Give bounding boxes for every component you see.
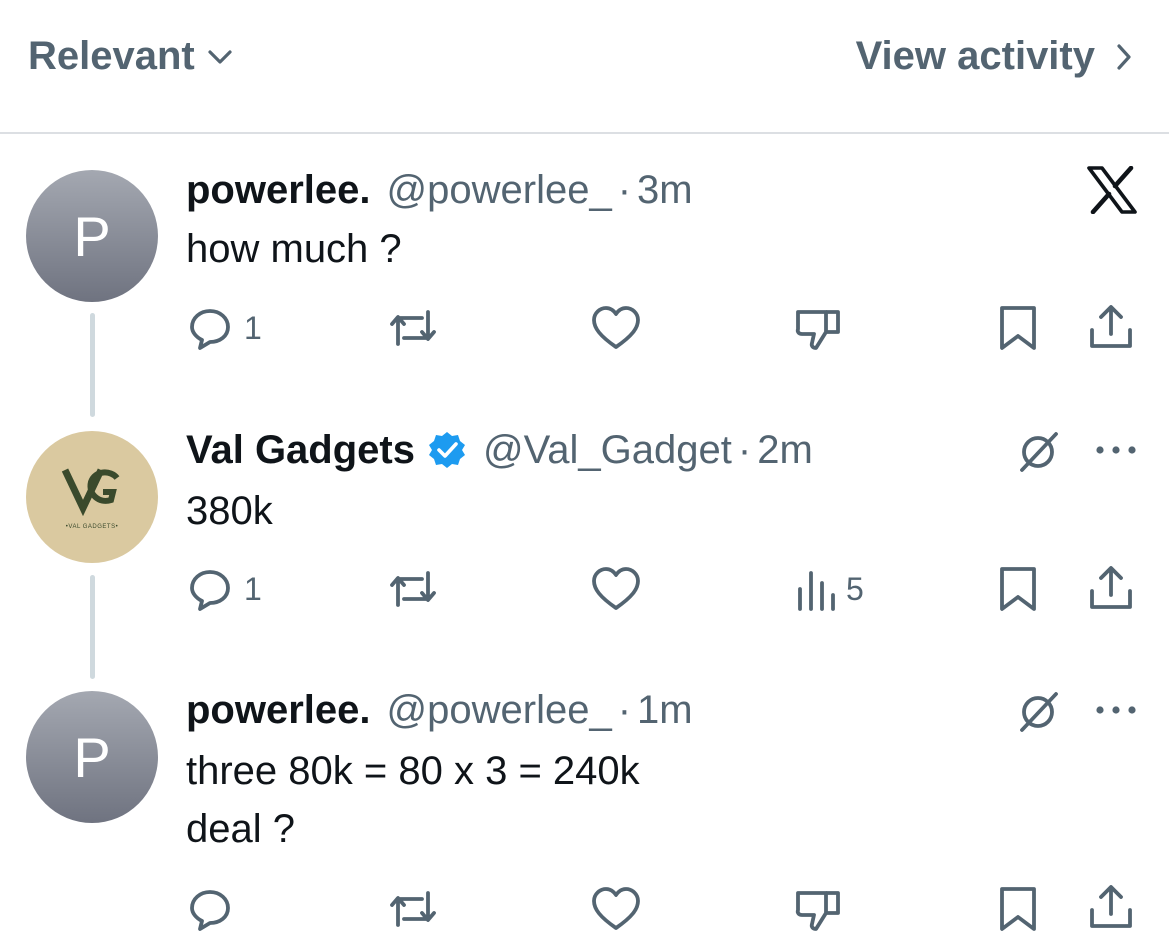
dislike-icon [795,891,840,931]
bookmark-button[interactable] [996,564,1040,614]
thread-line [90,313,95,417]
bookmark-icon [1000,306,1036,350]
separator-dot: · [617,687,632,732]
separator-dot: · [737,427,752,472]
chevron-down-icon [208,49,232,64]
separator-dot: · [617,167,632,212]
avatar-label: •VAL GADGETS• [65,524,119,530]
avatar-letter: P [73,725,111,789]
share-icon [1090,305,1132,348]
share-button[interactable] [1086,882,1136,932]
sort-label: Relevant [28,34,195,78]
dislike-icon [795,310,840,350]
user-handle[interactable]: @Val_Gadget [483,428,732,473]
display-name[interactable]: Val Gadgets [186,428,415,473]
user-handle[interactable]: @powerlee_ [387,168,612,213]
bookmark-button[interactable] [996,884,1040,934]
like-icon [592,887,640,930]
like-button[interactable] [590,884,642,934]
grok-icon[interactable] [1014,688,1062,736]
reply-icon [190,890,230,931]
thread-line [90,575,95,679]
sort-dropdown[interactable]: Relevant [28,34,233,79]
display-name[interactable]: powerlee. [186,168,371,213]
bookmark-icon [1000,887,1036,931]
display-name[interactable]: powerlee. [186,688,371,733]
retweet-button[interactable] [386,884,440,934]
tweet-header: powerlee. @powerlee_ · 1m [186,684,693,736]
timestamp[interactable]: 1m [637,688,693,733]
retweet-icon [390,310,436,346]
tweet-header: powerlee. @powerlee_ · 3m [186,164,693,216]
view-activity-link[interactable]: View activity [856,34,1133,79]
dislike-button[interactable] [792,884,844,934]
tweet-header: Val Gadgets @Val_Gadget · 2m [186,424,813,476]
avatar[interactable]: P [26,170,158,302]
top-bar: Relevant View activity [0,0,1169,134]
tweet-text-line-1: three 80k = 80 x 3 = 240k [186,749,640,793]
avatar-letter: P [73,204,111,268]
dislike-button[interactable] [792,303,844,353]
share-button[interactable] [1086,563,1136,613]
reply-count: 1 [244,309,262,346]
reply-button[interactable]: 1 [186,303,262,353]
x-logo-icon [1087,166,1137,214]
more-icon[interactable] [1094,444,1138,456]
val-gadgets-logo [61,468,120,516]
timestamp[interactable]: 3m [637,168,693,213]
reply-icon [190,570,230,611]
user-handle[interactable]: @powerlee_ [387,688,612,733]
verified-badge-icon [428,432,465,468]
reply-count: 1 [244,570,262,607]
avatar[interactable]: •VAL GADGETS• [26,431,158,563]
avatar[interactable]: P [26,691,158,823]
retweet-icon [390,891,436,927]
like-button[interactable] [590,564,642,614]
tweet-text: how much ? [186,227,402,271]
views-button[interactable]: 5 [796,564,864,614]
chevron-right-icon [1117,43,1131,70]
tweet-text: 380k [186,489,273,533]
like-icon [592,306,640,349]
share-button[interactable] [1086,302,1136,352]
like-icon [592,567,640,610]
reply-icon [190,309,230,350]
bookmark-icon [1000,567,1036,611]
retweet-icon [390,571,436,607]
view-activity-label: View activity [855,34,1095,78]
like-button[interactable] [590,303,642,353]
bookmark-button[interactable] [996,303,1040,353]
reply-button[interactable]: 1 [186,564,262,614]
retweet-button[interactable] [386,303,440,353]
grok-icon[interactable] [1014,428,1062,476]
share-icon [1090,566,1132,609]
views-count: 5 [846,570,864,607]
tweet-text-line-2: deal ? [186,807,295,851]
reply-button[interactable] [186,884,234,934]
timestamp[interactable]: 2m [757,428,813,473]
views-icon [798,571,835,611]
more-icon[interactable] [1094,704,1138,716]
share-icon [1090,885,1132,928]
retweet-button[interactable] [386,564,440,614]
